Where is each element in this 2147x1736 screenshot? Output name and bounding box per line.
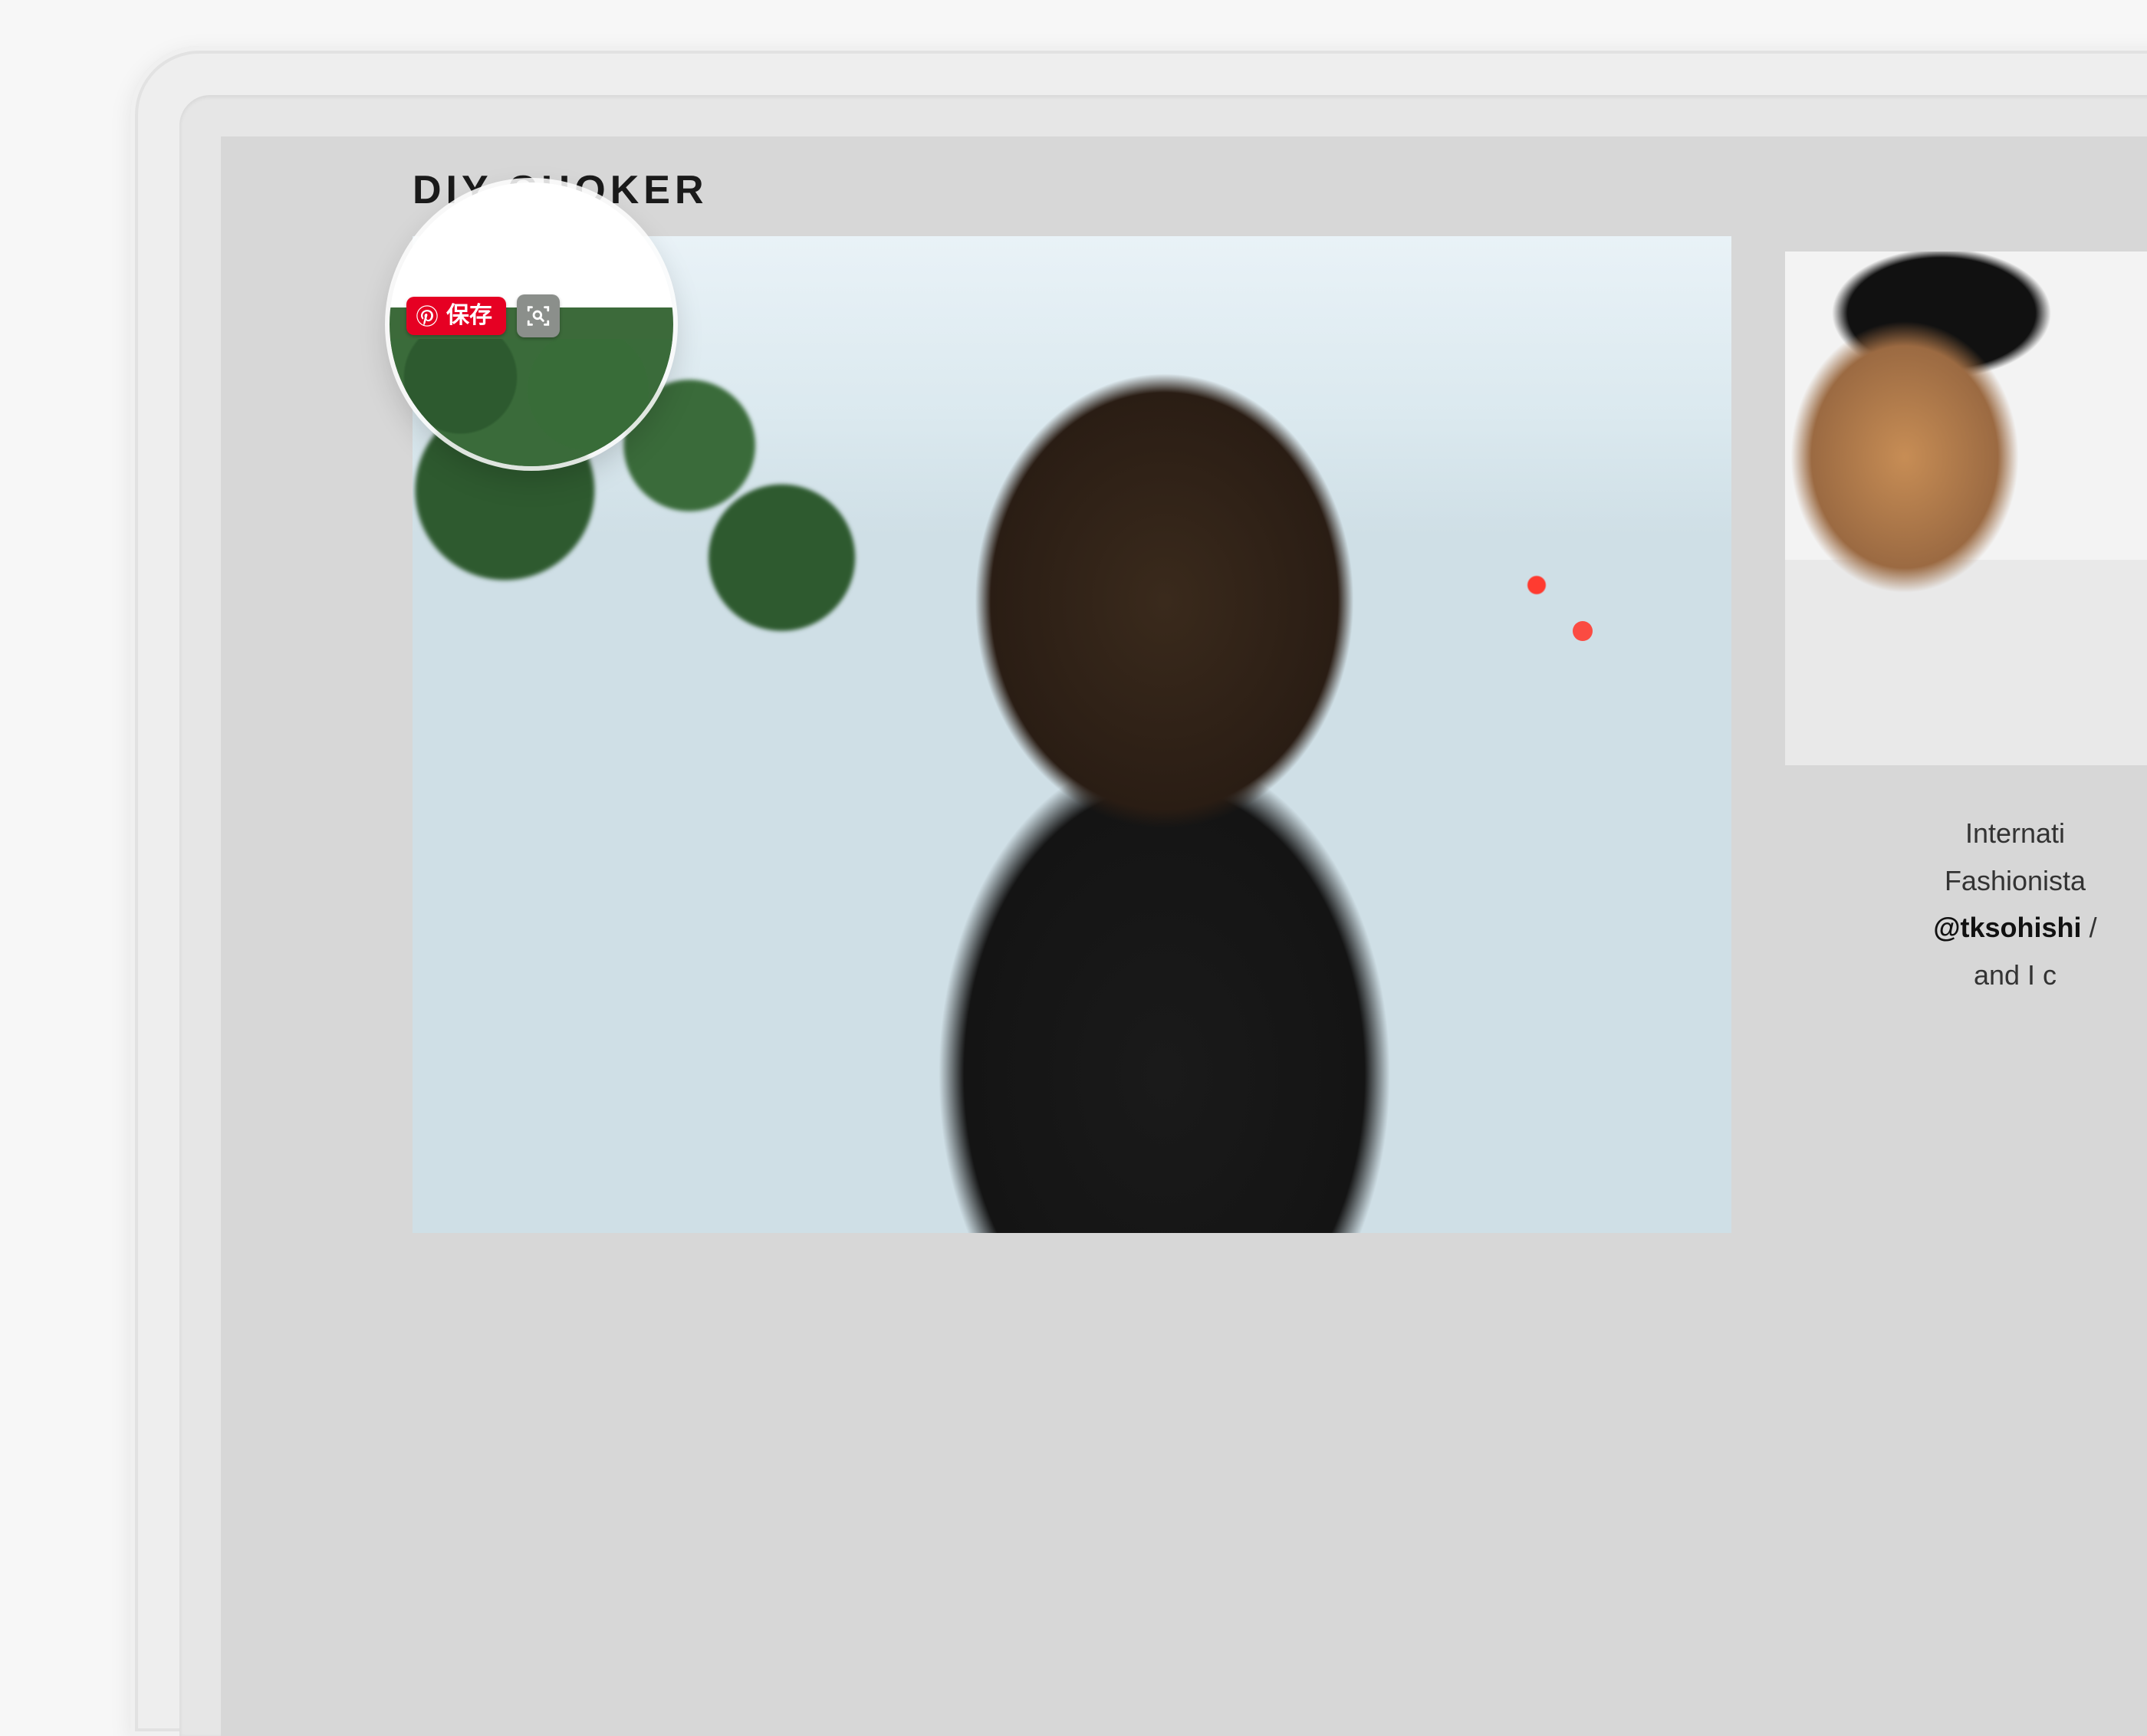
magnifier-callout: 保存 [390,182,673,466]
bio-line-4: and I c [1785,953,2147,998]
bio-line-2: Fashionista [1785,859,2147,903]
bio-line-1: Internati [1785,811,2147,856]
image-overlay-buttons: 保存 [406,294,560,337]
device-frame: DIY CHOKER [130,46,2147,1736]
sidebar-profile-image[interactable] [1785,252,2147,765]
screen: DIY CHOKER [221,136,2147,1736]
hero-image-container: 保存 [413,236,1731,1233]
pinterest-save-label: 保存 [446,304,492,327]
sidebar: Internati Fashionista @tksohishi / and I… [1785,252,2147,1000]
magnifier-foliage [390,339,673,467]
webpage: DIY CHOKER [221,136,2147,1736]
device-bezel: DIY CHOKER [179,95,2147,1736]
pinterest-icon [416,304,439,327]
magnifier-content: 保存 [390,182,673,466]
visual-search-icon [525,303,551,329]
hero-decoration [1527,575,1547,595]
pinterest-save-button[interactable]: 保存 [406,297,506,335]
bio-line-3: @tksohishi / [1785,906,2147,950]
visual-search-button[interactable] [517,294,560,337]
bio-handle-suffix: / [2082,912,2097,943]
article-column: DIY CHOKER [413,167,1716,1233]
sidebar-bio: Internati Fashionista @tksohishi / and I… [1785,811,2147,997]
bio-handle[interactable]: @tksohishi [1933,912,2081,943]
